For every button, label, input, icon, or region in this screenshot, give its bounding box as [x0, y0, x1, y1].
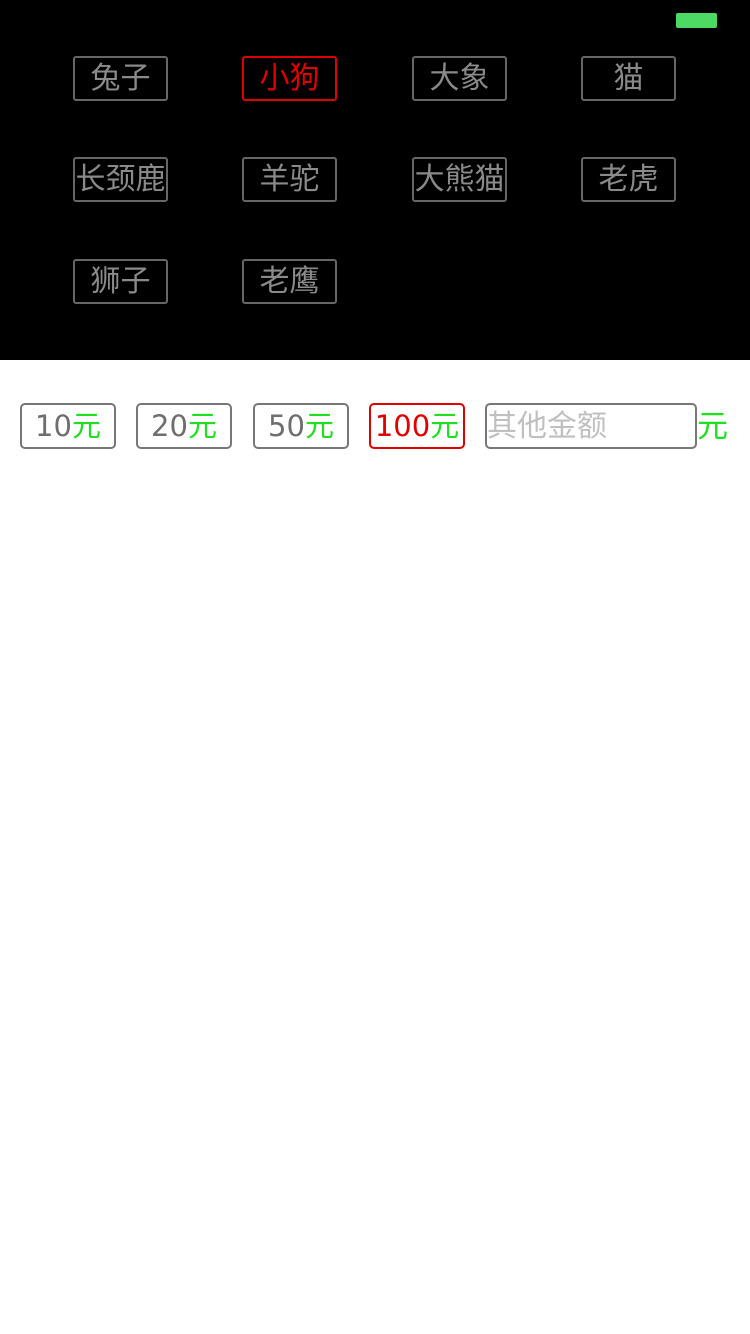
animal-panel: 兔子 小狗 大象 猫 长颈鹿 羊驼 大熊猫 老虎 狮子 老鹰: [0, 0, 750, 360]
animal-button-giraffe[interactable]: 长颈鹿: [73, 157, 168, 202]
amount-unit: 元: [430, 409, 460, 443]
amount-button-100[interactable]: 100元: [369, 403, 465, 449]
animal-button-elephant[interactable]: 大象: [412, 56, 507, 101]
animal-button-cat[interactable]: 猫: [581, 56, 676, 101]
amount-button-10[interactable]: 10元: [20, 403, 116, 449]
animal-button-panda[interactable]: 大熊猫: [412, 157, 507, 202]
amount-value: 20: [151, 409, 188, 443]
amount-unit: 元: [187, 409, 217, 443]
animal-button-tiger[interactable]: 老虎: [581, 157, 676, 202]
animal-button-alpaca[interactable]: 羊驼: [242, 157, 337, 202]
animal-button-puppy[interactable]: 小狗: [242, 56, 337, 101]
animal-button-lion[interactable]: 狮子: [73, 259, 168, 304]
amount-value: 50: [268, 409, 305, 443]
amount-unit: 元: [71, 409, 101, 443]
other-amount-input[interactable]: [485, 403, 697, 449]
amount-value: 10: [35, 409, 72, 443]
animal-button-eagle[interactable]: 老鹰: [242, 259, 337, 304]
amount-button-50[interactable]: 50元: [253, 403, 349, 449]
battery-icon: [676, 13, 717, 28]
other-amount-unit: 元: [697, 409, 728, 445]
amount-value: 100: [374, 409, 431, 443]
amount-button-20[interactable]: 20元: [136, 403, 232, 449]
animal-button-rabbit[interactable]: 兔子: [73, 56, 168, 101]
amount-unit: 元: [304, 409, 334, 443]
